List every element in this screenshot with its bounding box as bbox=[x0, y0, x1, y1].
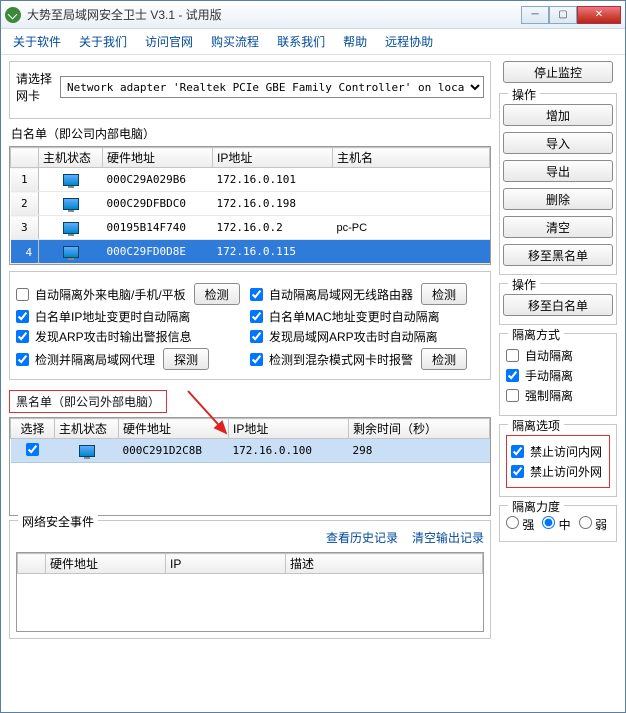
col-mac: 硬件地址 bbox=[103, 148, 213, 168]
strength-radio[interactable]: 强 bbox=[506, 516, 534, 533]
col-rownum bbox=[11, 148, 39, 168]
bcol-select: 选择 bbox=[11, 419, 55, 439]
option-checkbox[interactable] bbox=[16, 353, 29, 366]
link-history[interactable]: 查看历史记录 bbox=[326, 529, 398, 546]
col-ip: IP地址 bbox=[213, 148, 333, 168]
menu-website[interactable]: 访问官网 bbox=[145, 33, 193, 50]
whitelist-title: 白名单（即公司内部电脑） bbox=[11, 125, 491, 142]
row-select-checkbox[interactable] bbox=[26, 443, 39, 456]
iso-opt-checkbox[interactable] bbox=[511, 465, 524, 478]
monitor-icon bbox=[63, 246, 79, 258]
option-checkbox[interactable] bbox=[16, 288, 29, 301]
bcol-time: 剩余时间（秒） bbox=[349, 419, 490, 439]
blacklist-grid[interactable]: 选择 主机状态 硬件地址 IP地址 剩余时间（秒） 000C291D2C8B17… bbox=[9, 417, 491, 516]
events-grid[interactable]: 硬件地址 IP 描述 bbox=[16, 552, 484, 632]
table-row[interactable]: 3 00195B14F740172.16.0.2pc-PC bbox=[11, 216, 490, 240]
ops-whitelist: 操作 增加导入导出删除清空移至黑名单 bbox=[499, 93, 617, 275]
ops-button[interactable]: 导出 bbox=[503, 160, 613, 182]
move-to-whitelist-button[interactable]: 移至白名单 bbox=[503, 294, 613, 316]
link-clear[interactable]: 清空输出记录 bbox=[412, 529, 484, 546]
bcol-ip: IP地址 bbox=[229, 419, 349, 439]
detect-button[interactable]: 探测 bbox=[163, 348, 209, 370]
ecol-desc: 描述 bbox=[286, 554, 483, 574]
window-title: 大势至局域网安全卫士 V3.1 - 试用版 bbox=[27, 6, 521, 23]
close-button[interactable]: ✕ bbox=[577, 6, 621, 24]
monitor-icon bbox=[79, 445, 95, 457]
table-row[interactable]: 2 000C29DFBDC0172.16.0.198 bbox=[11, 192, 490, 216]
monitor-icon bbox=[63, 174, 79, 186]
ops-button[interactable]: 删除 bbox=[503, 188, 613, 210]
maximize-button[interactable]: ▢ bbox=[549, 6, 577, 24]
nic-label: 请选择网卡 bbox=[16, 70, 54, 104]
option-checkbox[interactable] bbox=[250, 288, 263, 301]
option-checkbox[interactable] bbox=[16, 310, 29, 323]
col-host: 主机名 bbox=[333, 148, 490, 168]
ops-button[interactable]: 移至黑名单 bbox=[503, 244, 613, 266]
option-checkbox[interactable] bbox=[250, 330, 263, 343]
nic-select[interactable]: Network adapter 'Realtek PCIe GBE Family… bbox=[60, 76, 484, 98]
isolation-options: 隔离选项 禁止访问内网禁止访问外网 bbox=[499, 424, 617, 497]
ecol-mac: 硬件地址 bbox=[46, 554, 166, 574]
ops-button[interactable]: 增加 bbox=[503, 104, 613, 126]
iso-opt-checkbox[interactable] bbox=[511, 445, 524, 458]
menu-about-sw[interactable]: 关于软件 bbox=[13, 33, 61, 50]
table-row[interactable]: 1 000C29A029B6172.16.0.101 bbox=[11, 168, 490, 192]
monitor-icon bbox=[63, 222, 79, 234]
table-row[interactable]: ▶4 000C29FD0D8E172.16.0.115 bbox=[11, 240, 490, 264]
iso-mode-checkbox[interactable] bbox=[506, 369, 519, 382]
menu-about-us[interactable]: 关于我们 bbox=[79, 33, 127, 50]
menu-bar: 关于软件 关于我们 访问官网 购买流程 联系我们 帮助 远程协助 bbox=[1, 29, 625, 55]
isolation-mode: 隔离方式 自动隔离手动隔离强制隔离 bbox=[499, 333, 617, 416]
menu-remote[interactable]: 远程协助 bbox=[385, 33, 433, 50]
blacklist-title: 黑名单（即公司外部电脑） bbox=[9, 390, 167, 413]
option-checkbox[interactable] bbox=[16, 330, 29, 343]
table-row[interactable]: 000C291D2C8B172.16.0.100298 bbox=[11, 439, 490, 463]
bcol-status: 主机状态 bbox=[55, 419, 119, 439]
monitor-icon bbox=[63, 198, 79, 210]
isolation-strength: 隔离力度 强 中 弱 bbox=[499, 505, 617, 542]
ops-button[interactable]: 导入 bbox=[503, 132, 613, 154]
whitelist-grid[interactable]: 主机状态 硬件地址 IP地址 主机名 1 000C29A029B6172.16.… bbox=[9, 146, 491, 265]
title-bar: 大势至局域网安全卫士 V3.1 - 试用版 ─ ▢ ✕ bbox=[1, 1, 625, 29]
security-events: 网络安全事件 查看历史记录 清空输出记录 硬件地址 IP 描述 bbox=[9, 520, 491, 639]
detect-button[interactable]: 检测 bbox=[421, 283, 467, 305]
minimize-button[interactable]: ─ bbox=[521, 6, 549, 24]
option-checkbox[interactable] bbox=[250, 353, 263, 366]
option-checkbox[interactable] bbox=[250, 310, 263, 323]
menu-help[interactable]: 帮助 bbox=[343, 33, 367, 50]
detect-button[interactable]: 检测 bbox=[421, 348, 467, 370]
app-icon bbox=[5, 7, 21, 23]
bcol-mac: 硬件地址 bbox=[119, 419, 229, 439]
strength-radio[interactable]: 弱 bbox=[579, 516, 607, 533]
ecol-ip: IP bbox=[166, 554, 286, 574]
strength-radio[interactable]: 中 bbox=[542, 516, 570, 533]
iso-mode-checkbox[interactable] bbox=[506, 349, 519, 362]
ops-blacklist: 操作 移至白名单 bbox=[499, 283, 617, 325]
ops-button[interactable]: 清空 bbox=[503, 216, 613, 238]
menu-purchase[interactable]: 购买流程 bbox=[211, 33, 259, 50]
iso-mode-checkbox[interactable] bbox=[506, 389, 519, 402]
events-title: 网络安全事件 bbox=[18, 513, 98, 530]
stop-monitor-button[interactable]: 停止监控 bbox=[503, 61, 613, 83]
menu-contact[interactable]: 联系我们 bbox=[277, 33, 325, 50]
detect-button[interactable]: 检测 bbox=[194, 283, 240, 305]
col-status: 主机状态 bbox=[39, 148, 103, 168]
